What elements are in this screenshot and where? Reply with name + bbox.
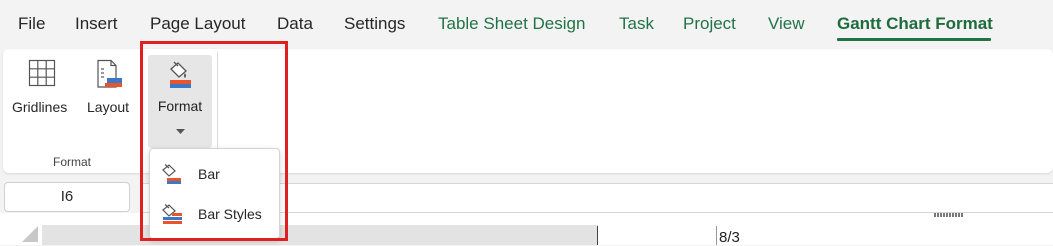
tab-page-layout[interactable]: Page Layout xyxy=(150,13,245,35)
column-header-strip xyxy=(42,225,598,245)
bar-format-icon xyxy=(161,164,183,189)
layout-icon xyxy=(96,59,124,92)
tab-table-sheet-design[interactable]: Table Sheet Design xyxy=(438,13,585,35)
grid-icon xyxy=(28,59,56,90)
format-button[interactable]: Format xyxy=(148,55,212,148)
layout-label: Layout xyxy=(87,99,130,115)
tab-gantt-chart-format[interactable]: Gantt Chart Format xyxy=(837,13,993,35)
menu-item-bar-label: Bar xyxy=(198,166,220,182)
tab-file[interactable]: File xyxy=(18,13,45,35)
select-all-corner[interactable] xyxy=(22,226,38,242)
layout-button[interactable]: Layout xyxy=(82,55,138,125)
gantt-divider[interactable] xyxy=(597,226,598,245)
ribbon-group-label: Format xyxy=(53,155,92,169)
active-tab-indicator xyxy=(837,38,991,41)
gridlines-button[interactable]: Gridlines xyxy=(8,55,74,125)
menu-bar: File Insert Page Layout Data Settings Ta… xyxy=(0,0,1053,48)
resize-grip[interactable] xyxy=(934,213,964,217)
menu-item-bar-styles-label: Bar Styles xyxy=(198,206,262,222)
tab-insert[interactable]: Insert xyxy=(75,13,118,35)
tab-settings[interactable]: Settings xyxy=(344,13,405,35)
menu-item-bar-styles[interactable]: Bar Styles xyxy=(150,198,279,230)
timeline-date-label: 8/3 xyxy=(719,229,740,246)
tab-project[interactable]: Project xyxy=(683,13,736,35)
format-dropdown-menu: Bar Bar Styles xyxy=(149,148,280,239)
menu-item-bar[interactable]: Bar xyxy=(150,158,279,190)
format-label: Format xyxy=(157,98,203,114)
format-paint-icon xyxy=(166,61,194,94)
chevron-down-icon xyxy=(176,122,185,140)
tab-data[interactable]: Data xyxy=(277,13,313,35)
tab-task[interactable]: Task xyxy=(619,13,654,35)
bar-styles-icon xyxy=(161,204,183,229)
gridlines-label: Gridlines xyxy=(12,99,68,115)
tab-view[interactable]: View xyxy=(768,13,805,35)
name-box[interactable]: I6 xyxy=(4,182,130,212)
gantt-timeline-header xyxy=(600,225,1053,245)
timeline-tick xyxy=(716,226,717,245)
